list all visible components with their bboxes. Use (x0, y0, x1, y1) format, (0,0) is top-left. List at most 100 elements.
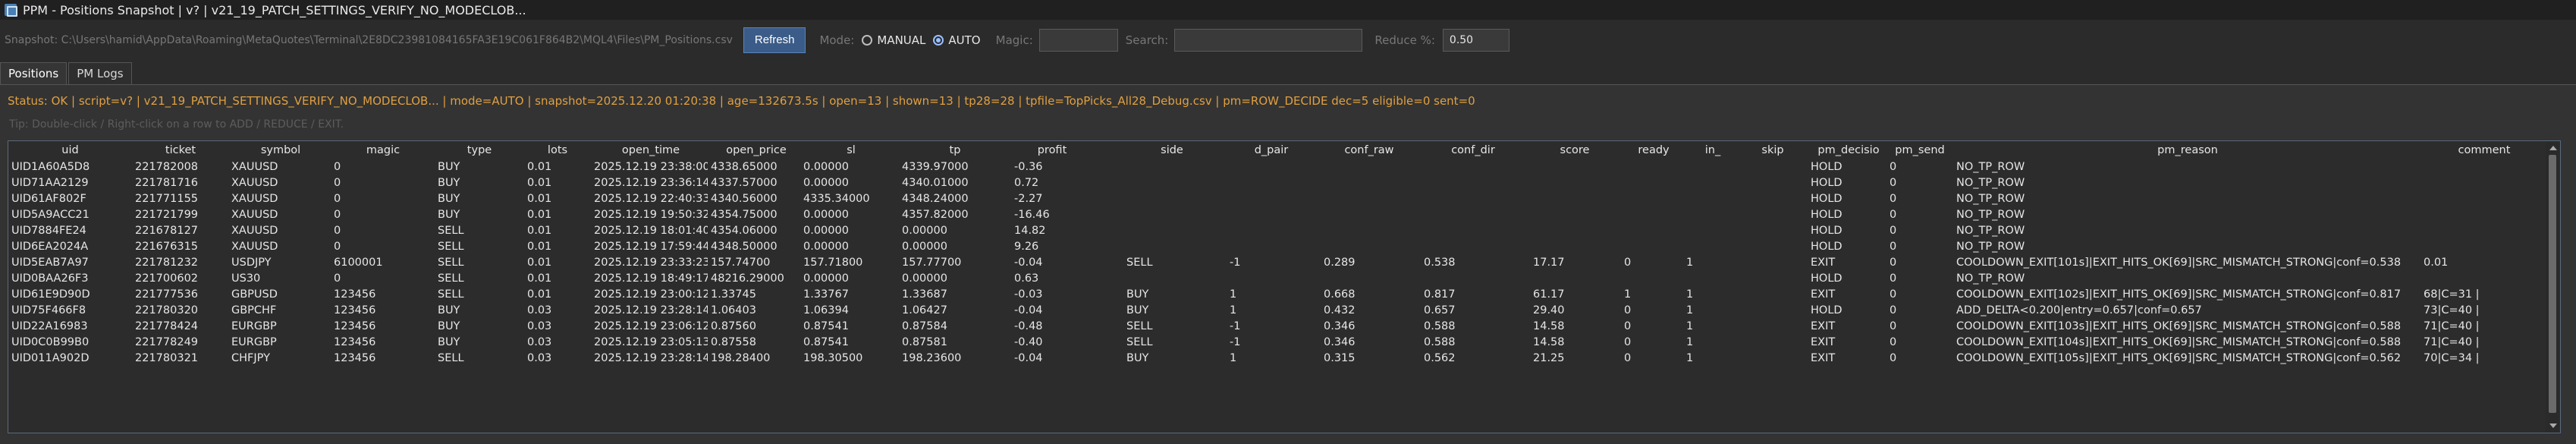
table-cell (1126, 175, 1217, 191)
table-cell: 4337.57000 (711, 177, 778, 189)
table-cell (1230, 159, 1313, 175)
column-header-sl[interactable]: sl (803, 143, 899, 158)
table-cell (1324, 239, 1415, 254)
table-cell: 0 (1890, 193, 1897, 205)
table-cell: 17.17 (1533, 257, 1565, 269)
magic-input[interactable] (1038, 29, 1118, 52)
table-row[interactable]: UID5EAB7A97 221781232 USDJPY 6100001 SELL 0.0… (8, 255, 2542, 270)
scroll-up-icon[interactable] (2549, 146, 2557, 150)
column-header-side[interactable]: side (1126, 143, 1217, 158)
scrollbar-thumb[interactable] (2549, 155, 2556, 413)
table-cell: BUY (1126, 288, 1149, 301)
table-cell: 221780320 (135, 304, 199, 316)
mode-label: Mode: (819, 33, 855, 47)
table-cell: 4340.56000 (711, 193, 778, 205)
table-cell: 2025.12.19 23:28:14 (594, 304, 708, 316)
table-row[interactable]: UID1A60A5D8 221782008 XAUUSD 0 BUY 0.01 2025.1… (8, 159, 2542, 175)
positions-table[interactable]: uid ticket symbol magic type lots open_time ope… (8, 140, 2561, 433)
table-cell: 4354.06000 (711, 225, 778, 237)
column-header-uid[interactable]: uid (11, 143, 129, 158)
table-row[interactable]: UID75F466F8 221780320 GBPCHF 123456 BUY 0.03 2… (8, 303, 2542, 318)
table-cell: HOLD (1811, 272, 1842, 285)
table-cell: 29.40 (1533, 304, 1565, 316)
refresh-button[interactable]: Refresh (743, 27, 806, 53)
column-header-open-price[interactable]: open_price (711, 143, 802, 158)
table-cell: COOLDOWN_EXIT[102s]|EXIT_HITS_OK[69]|SRC… (1956, 288, 2402, 301)
column-header-type[interactable]: type (438, 143, 521, 158)
table-row[interactable]: UID011A902D 221780321 CHFJPY 123456 SELL 0.03… (8, 351, 2542, 366)
column-header-magic[interactable]: magic (334, 143, 432, 158)
table-cell: EXIT (1811, 257, 1836, 269)
table-cell: 221777536 (135, 288, 199, 301)
app-icon (5, 4, 17, 17)
mode-manual-label[interactable]: MANUAL (877, 33, 925, 47)
table-cell (1533, 175, 1616, 191)
table-cell: UID1A60A5D8 (11, 161, 90, 173)
mode-manual-radio[interactable] (862, 35, 873, 46)
table-row[interactable]: UID5A9ACC21 221721799 XAUUSD 0 BUY 0.01 2025.1… (8, 207, 2542, 222)
column-header-ticket[interactable]: ticket (135, 143, 226, 158)
mode-auto-radio[interactable] (933, 35, 944, 46)
column-header-conf-dir[interactable]: conf_dir (1424, 143, 1522, 158)
tab-positions[interactable]: Positions (0, 62, 68, 85)
column-header-conf-raw[interactable]: conf_raw (1324, 143, 1415, 158)
column-header-comment[interactable]: comment (2424, 143, 2545, 158)
table-cell: BUY (438, 336, 460, 348)
table-row[interactable]: UID7884FE24 221678127 XAUUSD 0 SELL 0.01 2025.… (8, 223, 2542, 238)
vertical-scrollbar[interactable] (2546, 141, 2559, 433)
table-cell: EXIT (1811, 336, 1836, 348)
table-cell: UID61E9D90D (11, 288, 90, 301)
table-row[interactable]: UID61E9D90D 221777536 GBPUSD 123456 SELL 0.01… (8, 287, 2542, 302)
table-cell: 0.00000 (803, 225, 849, 237)
search-label: Search: (1125, 33, 1169, 47)
table-cell: 0.562 (1424, 352, 1456, 364)
column-header-ready[interactable]: ready (1624, 143, 1683, 158)
table-row[interactable]: UID22A16983 221778424 EURGBP 123456 BUY 0.03 2… (8, 319, 2542, 334)
scroll-down-icon[interactable] (2549, 424, 2557, 428)
table-cell (1230, 175, 1313, 191)
title-bar: PPM - Positions Snapshot | v? | v21_19_P… (0, 0, 2576, 20)
table-cell: 0.432 (1324, 304, 1356, 316)
table-cell: 4338.65000 (711, 161, 778, 173)
column-header-symbol[interactable]: symbol (231, 143, 330, 158)
table-cell: SELL (438, 352, 464, 364)
table-cell: ADD_DELTA<0.200|entry=0.657|conf=0.657 (1956, 304, 2202, 316)
column-header-profit[interactable]: profit (1014, 143, 1090, 158)
reduce-percent-input[interactable] (1442, 29, 1509, 52)
table-row[interactable]: UID0BAA26F3 221700602 US30 0 SELL 0.01 2025.12… (8, 271, 2542, 286)
table-row[interactable]: UID0C0B99B0 221778249 EURGBP 123456 BUY 0.03 2… (8, 335, 2542, 350)
table-cell: 1.33767 (803, 288, 849, 301)
table-cell (1624, 239, 1683, 254)
table-row[interactable]: UID6EA2024A 221676315 XAUUSD 0 SELL 0.01 2025.… (8, 239, 2542, 254)
table-row[interactable]: UID71AA2129 221781716 XAUUSD 0 BUY 0.01 2025.1… (8, 175, 2542, 191)
table-cell (1230, 191, 1313, 206)
table-cell: 0.315 (1324, 352, 1356, 364)
column-header-score[interactable]: score (1533, 143, 1616, 158)
column-header-in[interactable]: in_ (1686, 143, 1739, 158)
table-cell: 0 (1624, 320, 1632, 332)
mode-auto-label[interactable]: AUTO (948, 33, 980, 47)
table-cell (1742, 207, 1803, 222)
table-cell: UID011A902D (11, 352, 90, 364)
search-input[interactable] (1174, 29, 1363, 52)
column-header-pm-reason[interactable]: pm_reason (1956, 143, 2419, 158)
table-cell: XAUUSD (231, 209, 278, 221)
column-header-open-time[interactable]: open_time (594, 143, 708, 158)
column-header-lots[interactable]: lots (527, 143, 588, 158)
column-header-skip[interactable]: skip (1742, 143, 1803, 158)
table-cell: 1 (1686, 288, 1694, 301)
table-cell: 1 (1686, 336, 1694, 348)
tab-pm-logs[interactable]: PM Logs (68, 62, 132, 85)
column-header-pm-send[interactable]: pm_send (1890, 143, 1950, 158)
table-cell (1324, 175, 1415, 191)
table-cell: 0 (334, 193, 341, 205)
column-header-pm-decisio[interactable]: pm_decisio (1811, 143, 1886, 158)
table-cell: 1 (1230, 288, 1237, 301)
table-row[interactable]: UID61AF802F 221771155 XAUUSD 0 BUY 0.01 2025.1… (8, 191, 2542, 206)
table-cell (1126, 223, 1217, 238)
column-header-tp[interactable]: tp (902, 143, 1008, 158)
column-header-d-pair[interactable]: d_pair (1230, 143, 1313, 158)
table-cell: 221782008 (135, 161, 199, 173)
table-cell: 4340.01000 (902, 177, 969, 189)
table-cell: 2025.12.19 17:59:44 (594, 241, 708, 253)
